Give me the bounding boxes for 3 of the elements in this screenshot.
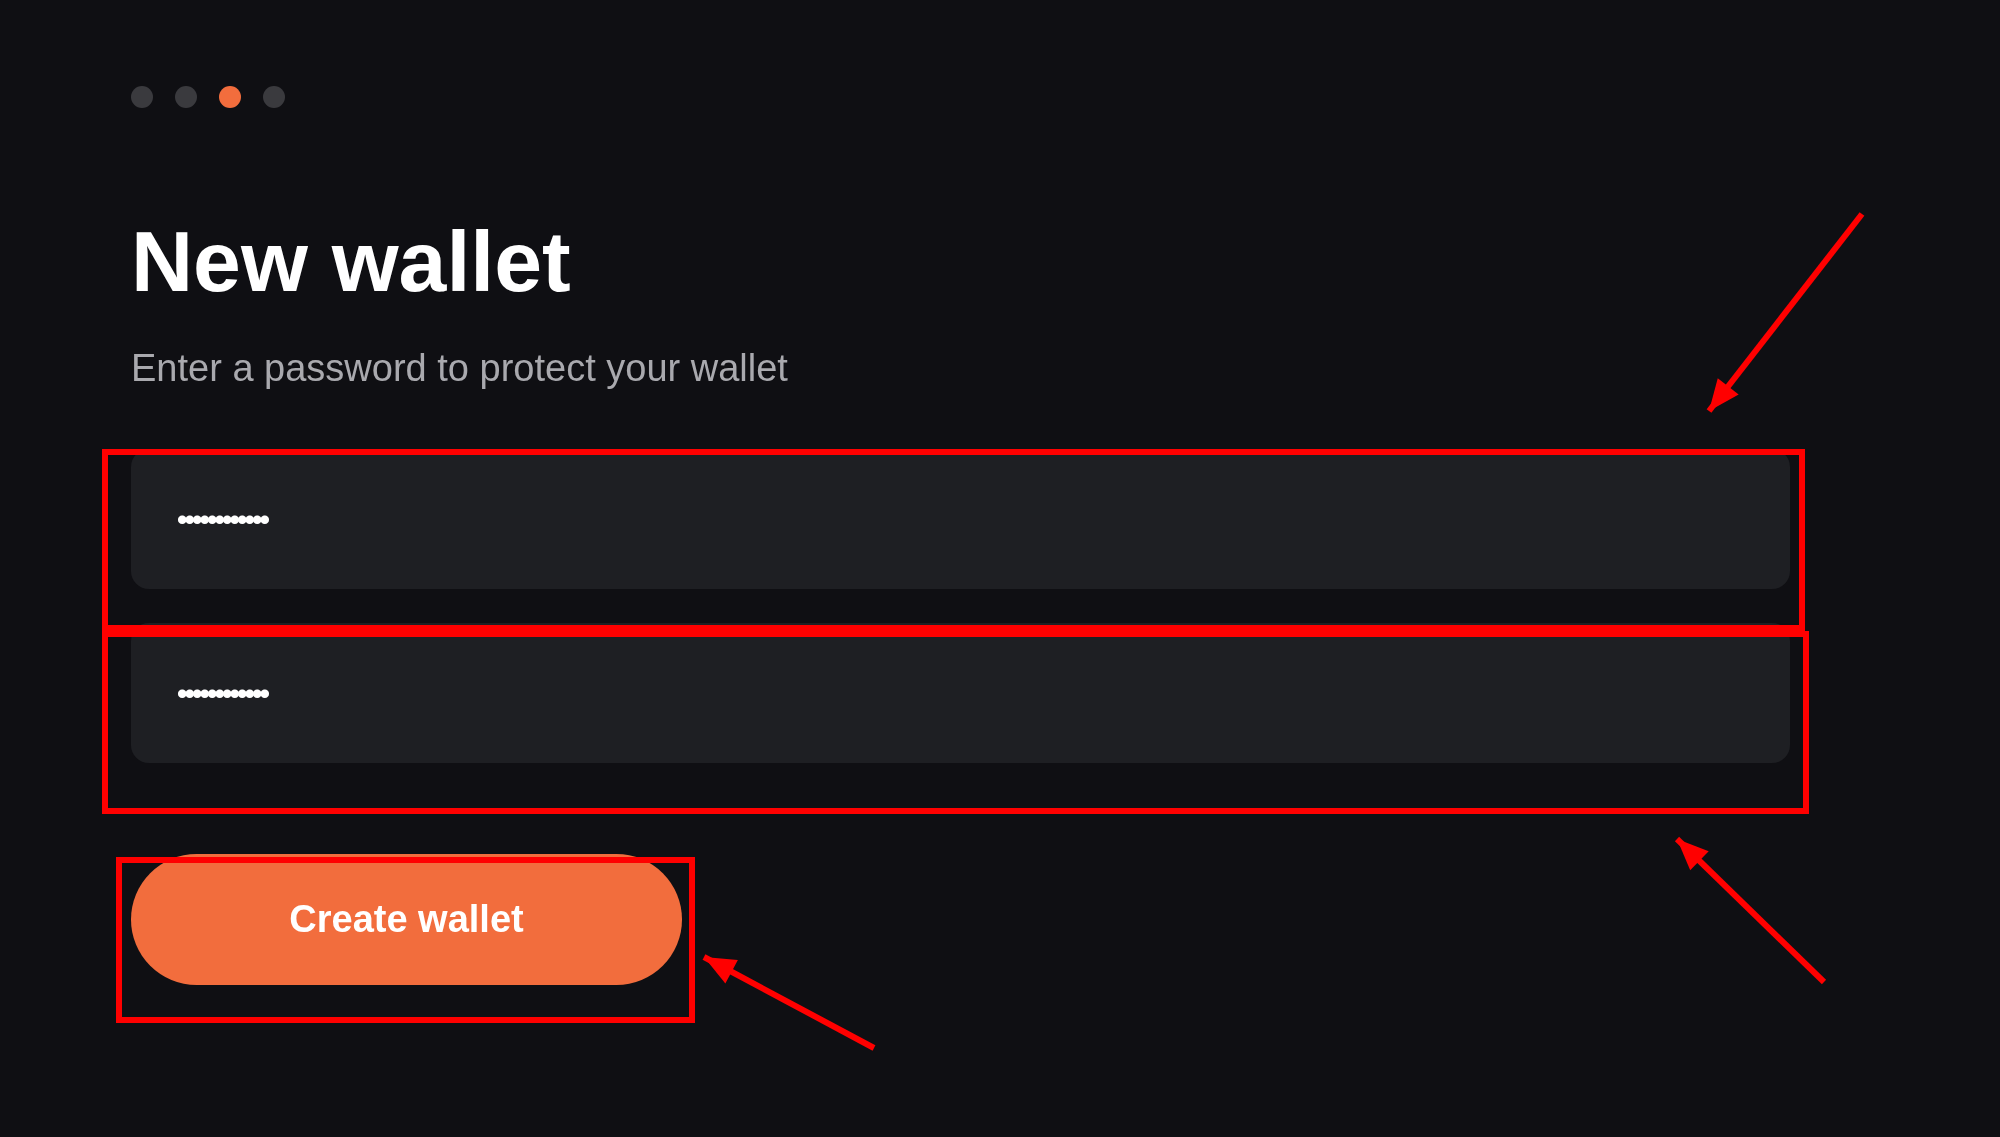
password-field[interactable]: •••••••••••• (131, 623, 1790, 763)
subtitle: Enter a password to protect your wallet (131, 346, 789, 391)
page-title: New wallet (131, 218, 572, 304)
